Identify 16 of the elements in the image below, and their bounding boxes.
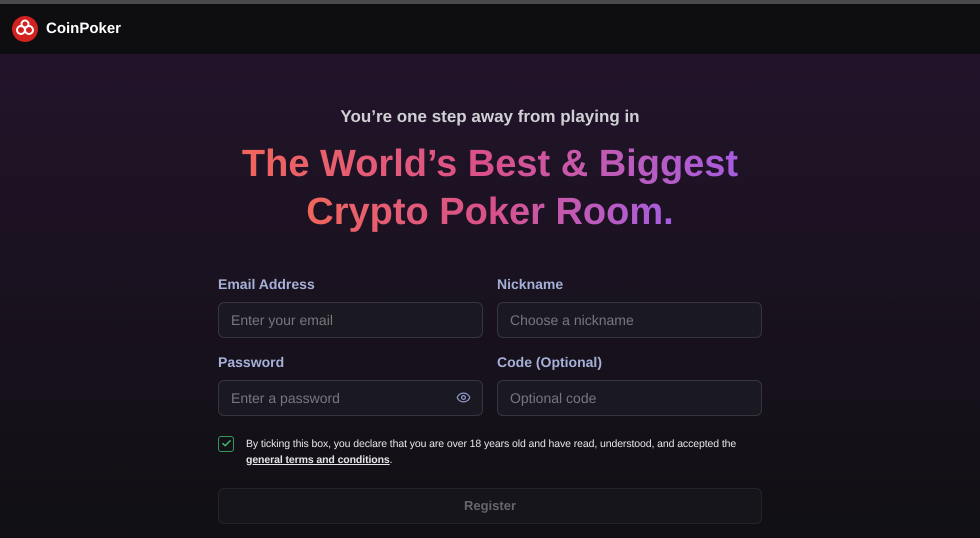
input-field[interactable]: Enter your email <box>218 302 483 338</box>
brand-name: CoinPoker <box>46 18 122 39</box>
password-field[interactable]: Enter a password <box>218 380 483 416</box>
intro-text: You’re one step away from playing in <box>340 106 640 128</box>
field-label: Password <box>218 352 286 372</box>
input-field[interactable]: Optional code <box>497 380 762 416</box>
input-field[interactable]: Choose a nickname <box>497 302 762 338</box>
check-icon <box>220 438 232 449</box>
consent-checkbox[interactable] <box>218 436 234 452</box>
field-label: Email Address <box>218 274 316 294</box>
field-label: Nickname <box>497 274 564 294</box>
eye-icon[interactable] <box>456 390 471 404</box>
terms-link[interactable]: general terms and conditions <box>246 454 390 466</box>
consent-text: By ticking this box, you declare that you are over 18 years old and have read, understood, and accepted the general terms and conditions. <box>246 436 738 468</box>
field-label: Code (Optional) <box>497 352 603 372</box>
logo-icon <box>12 16 38 42</box>
